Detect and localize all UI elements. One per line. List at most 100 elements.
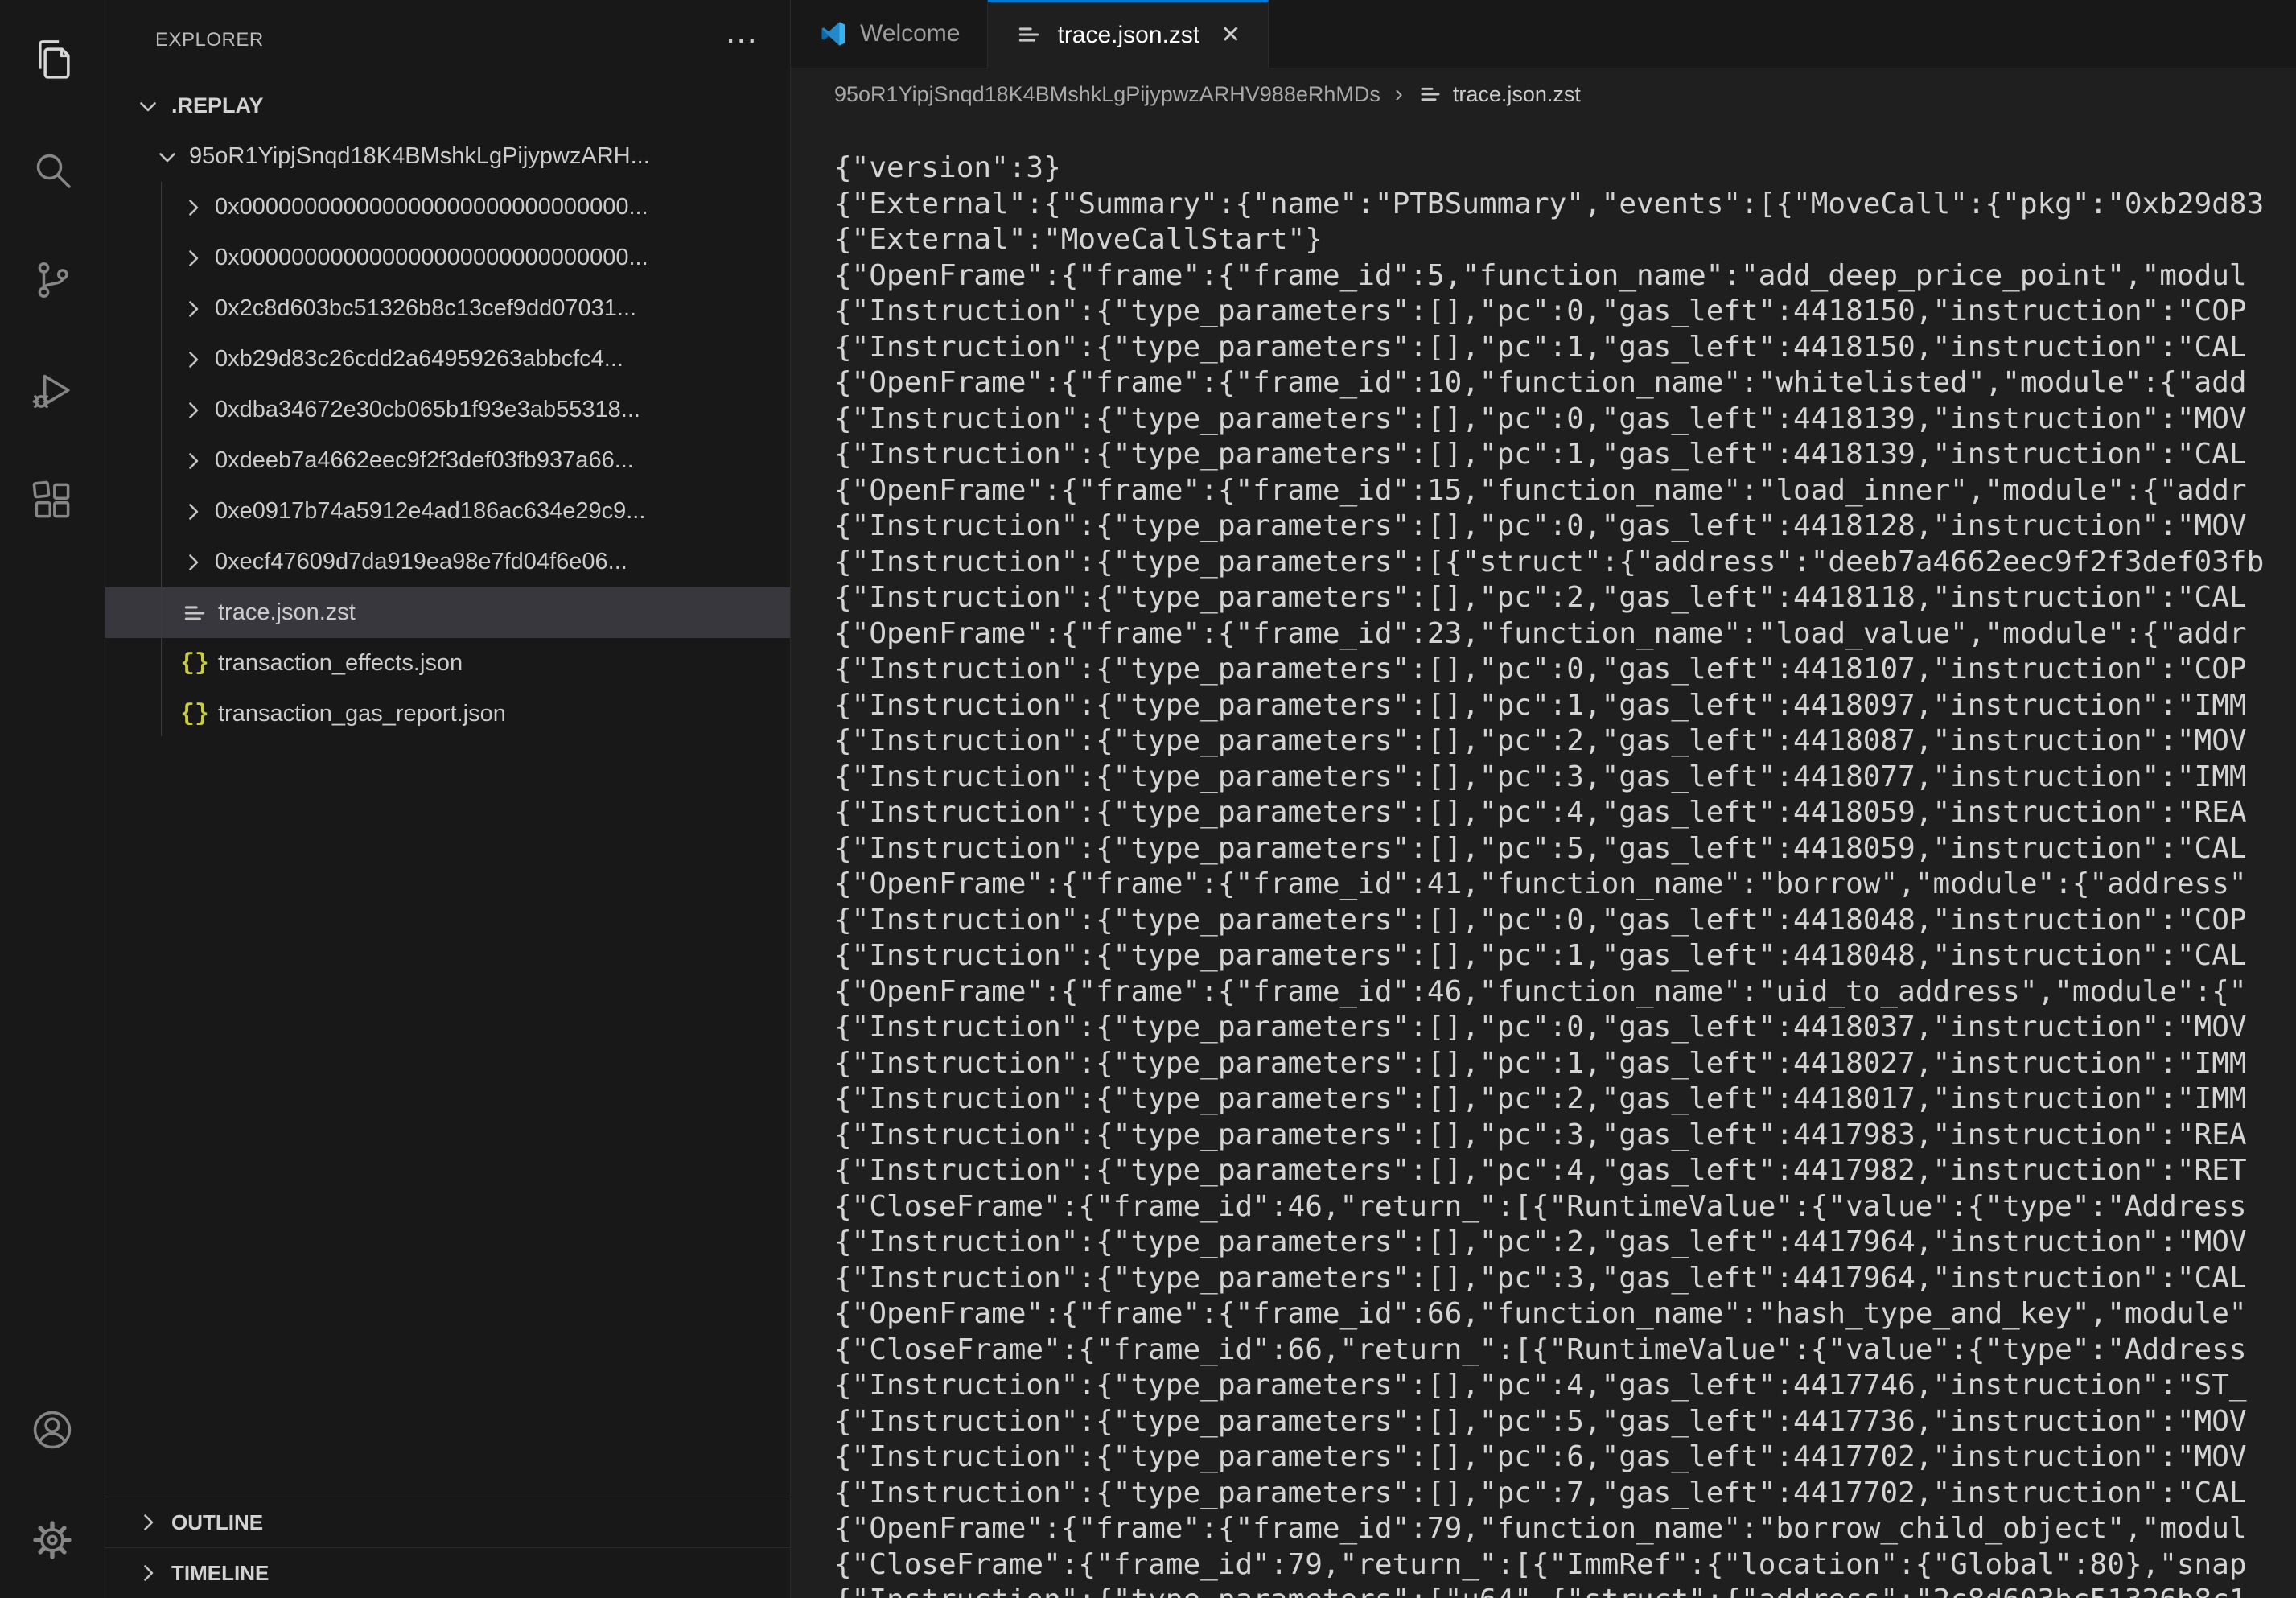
settings-gear-icon[interactable] — [0, 1485, 105, 1595]
chevron-right-icon — [179, 346, 207, 373]
run-and-debug-icon[interactable] — [0, 335, 105, 445]
code-line: {"Instruction":{"type_parameters":[],"pc… — [834, 1476, 2296, 1512]
sidebar-title: EXPLORER — [155, 29, 264, 51]
code-line: {"External":{"Summary":{"name":"PTBSumma… — [834, 187, 2296, 223]
source-control-icon[interactable] — [0, 224, 105, 335]
tree-folder[interactable]: 0xdba34672e30cb065b1f93e3ab55318... — [105, 385, 790, 435]
code-line: {"OpenFrame":{"frame":{"frame_id":79,"fu… — [834, 1511, 2296, 1547]
tree-folder[interactable]: 0xb29d83c26cdd2a64959263abbcfc4... — [105, 334, 790, 385]
code-line: {"Instruction":{"type_parameters":[],"pc… — [834, 831, 2296, 867]
json-file-icon: {} — [179, 649, 210, 679]
tree-folder[interactable]: 95oR1YipjSnqd18K4BMshkLgPijypwzARH... — [105, 131, 790, 182]
code-line: {"Instruction":{"type_parameters":[],"pc… — [834, 1404, 2296, 1440]
code-line: {"OpenFrame":{"frame":{"frame_id":23,"fu… — [834, 616, 2296, 653]
extensions-icon[interactable] — [0, 445, 105, 555]
tree-file[interactable]: {} transaction_effects.json — [105, 638, 790, 689]
tree-file[interactable]: {} transaction_gas_report.json — [105, 689, 790, 739]
tree-item-label: trace.json.zst — [218, 599, 356, 626]
chevron-right-icon — [179, 447, 207, 475]
breadcrumb-file[interactable]: trace.json.zst — [1453, 82, 1581, 107]
list-file-icon — [1015, 21, 1044, 50]
code-line: {"version":3} — [834, 150, 2296, 187]
tree-item-label: 0xb29d83c26cdd2a64959263abbcfc4... — [215, 346, 623, 373]
code-line: {"OpenFrame":{"frame":{"frame_id":41,"fu… — [834, 867, 2296, 903]
sidebar-panels: OUTLINE TIMELINE — [105, 1497, 790, 1598]
tab-label: trace.json.zst — [1057, 22, 1199, 49]
panel-timeline[interactable]: TIMELINE — [105, 1547, 790, 1598]
tree-item-label: 0x000000000000000000000000000000... — [215, 194, 648, 220]
tree-folder[interactable]: 0xecf47609d7da919ea98e7fd04f6e06... — [105, 537, 790, 587]
breadcrumb-folder[interactable]: 95oR1YipjSnqd18K4BMshkLgPijypwzARHV988eR… — [834, 82, 1380, 107]
code-line: {"OpenFrame":{"frame":{"frame_id":66,"fu… — [834, 1296, 2296, 1332]
code-line: {"External":"MoveCallStart"} — [834, 222, 2296, 258]
breadcrumb-separator: › — [1395, 80, 1403, 108]
code-line: {"Instruction":{"type_parameters":[],"pc… — [834, 795, 2296, 831]
code-line: {"OpenFrame":{"frame":{"frame_id":5,"fun… — [834, 258, 2296, 294]
tree-item-label: 0xecf47609d7da919ea98e7fd04f6e06... — [215, 549, 627, 575]
tree-item-label: 0xdba34672e30cb065b1f93e3ab55318... — [215, 397, 640, 423]
code-line: {"Instruction":{"type_parameters":[],"pc… — [834, 1081, 2296, 1118]
chevron-right-icon — [179, 295, 207, 323]
explorer-files-icon[interactable] — [0, 4, 105, 114]
code-line: {"Instruction":{"type_parameters":[],"pc… — [834, 1225, 2296, 1261]
code-line: {"Instruction":{"type_parameters":[],"pc… — [834, 688, 2296, 724]
vscode-logo-icon — [818, 19, 847, 48]
tree-folder[interactable]: 0xe0917b74a5912e4ad186ac634e29c9... — [105, 486, 790, 537]
code-line: {"OpenFrame":{"frame":{"frame_id":15,"fu… — [834, 473, 2296, 509]
accounts-icon[interactable] — [0, 1374, 105, 1485]
chevron-right-icon — [134, 1559, 162, 1587]
tree-folder[interactable]: 0xdeeb7a4662eec9f2f3def03fb937a66... — [105, 435, 790, 486]
panel-outline[interactable]: OUTLINE — [105, 1497, 790, 1547]
more-actions-icon[interactable]: ⋯ — [726, 32, 759, 48]
tree-item-label: transaction_effects.json — [218, 650, 463, 677]
tab-trace-json-zst[interactable]: trace.json.zst ✕ — [988, 0, 1269, 68]
code-line: {"CloseFrame":{"frame_id":66,"return_":[… — [834, 1332, 2296, 1369]
code-area[interactable]: {"version":3}{"External":{"Summary":{"na… — [791, 120, 2296, 1598]
code-line: {"Instruction":{"type_parameters":[],"pc… — [834, 509, 2296, 545]
tree-folder[interactable]: 0x2c8d603bc51326b8c13cef9dd07031... — [105, 283, 790, 334]
code-line: {"Instruction":{"type_parameters":[],"pc… — [834, 1261, 2296, 1297]
code-line: {"CloseFrame":{"frame_id":79,"return_":[… — [834, 1547, 2296, 1584]
code-line: {"Instruction":{"type_parameters":[],"pc… — [834, 1439, 2296, 1476]
code-line: {"Instruction":{"type_parameters":[],"pc… — [834, 723, 2296, 760]
code-line: {"Instruction":{"type_parameters":[],"pc… — [834, 1046, 2296, 1082]
code-line: {"Instruction":{"type_parameters":[],"pc… — [834, 1153, 2296, 1189]
section-label: .REPLAY — [171, 93, 264, 118]
code-line: {"OpenFrame":{"frame":{"frame_id":46,"fu… — [834, 974, 2296, 1011]
chevron-right-icon — [179, 245, 207, 272]
tree-item-label: 95oR1YipjSnqd18K4BMshkLgPijypwzARH... — [189, 143, 650, 170]
code-line: {"Instruction":{"type_parameters":["u64"… — [834, 1583, 2296, 1598]
tree-folder[interactable]: 0x000000000000000000000000000000... — [105, 233, 790, 283]
tab-welcome[interactable]: Welcome — [791, 0, 988, 68]
tree-file[interactable]: trace.json.zst — [105, 587, 790, 638]
chevron-right-icon — [179, 498, 207, 525]
activity-bar — [0, 0, 105, 1598]
chevron-right-icon — [179, 194, 207, 221]
tab-label: Welcome — [860, 20, 960, 47]
code-line: {"Instruction":{"type_parameters":[],"pc… — [834, 1010, 2296, 1046]
code-line: {"Instruction":{"type_parameters":[],"pc… — [834, 330, 2296, 366]
code-line: {"CloseFrame":{"frame_id":46,"return_":[… — [834, 1189, 2296, 1225]
code-line: {"OpenFrame":{"frame":{"frame_id":10,"fu… — [834, 365, 2296, 402]
code-line: {"Instruction":{"type_parameters":[],"pc… — [834, 294, 2296, 330]
code-line: {"Instruction":{"type_parameters":[],"pc… — [834, 760, 2296, 796]
chevron-down-icon — [134, 93, 162, 120]
code-line: {"Instruction":{"type_parameters":[],"pc… — [834, 402, 2296, 438]
code-line: {"Instruction":{"type_parameters":[],"pc… — [834, 903, 2296, 939]
code-line: {"Instruction":{"type_parameters":[{"str… — [834, 545, 2296, 581]
tree-item-label: transaction_gas_report.json — [218, 701, 506, 727]
search-icon[interactable] — [0, 114, 105, 224]
code-line: {"Instruction":{"type_parameters":[],"pc… — [834, 1118, 2296, 1154]
chevron-right-icon — [179, 549, 207, 576]
json-file-icon: {} — [179, 699, 210, 730]
tree-item-label: 0x2c8d603bc51326b8c13cef9dd07031... — [215, 295, 636, 322]
explorer-sidebar: EXPLORER ⋯ .REPLAY 95oR1YipjSnqd18K4BMsh… — [105, 0, 791, 1598]
code-line: {"Instruction":{"type_parameters":[],"pc… — [834, 1368, 2296, 1404]
section-replay[interactable]: .REPLAY — [105, 80, 790, 131]
tree-item-label: 0x000000000000000000000000000000... — [215, 245, 648, 271]
code-line: {"Instruction":{"type_parameters":[],"pc… — [834, 437, 2296, 473]
close-icon[interactable]: ✕ — [1220, 23, 1241, 47]
list-file-icon — [179, 598, 210, 628]
tree-folder[interactable]: 0x000000000000000000000000000000... — [105, 182, 790, 233]
breadcrumb: 95oR1YipjSnqd18K4BMshkLgPijypwzARHV988eR… — [791, 68, 2296, 120]
